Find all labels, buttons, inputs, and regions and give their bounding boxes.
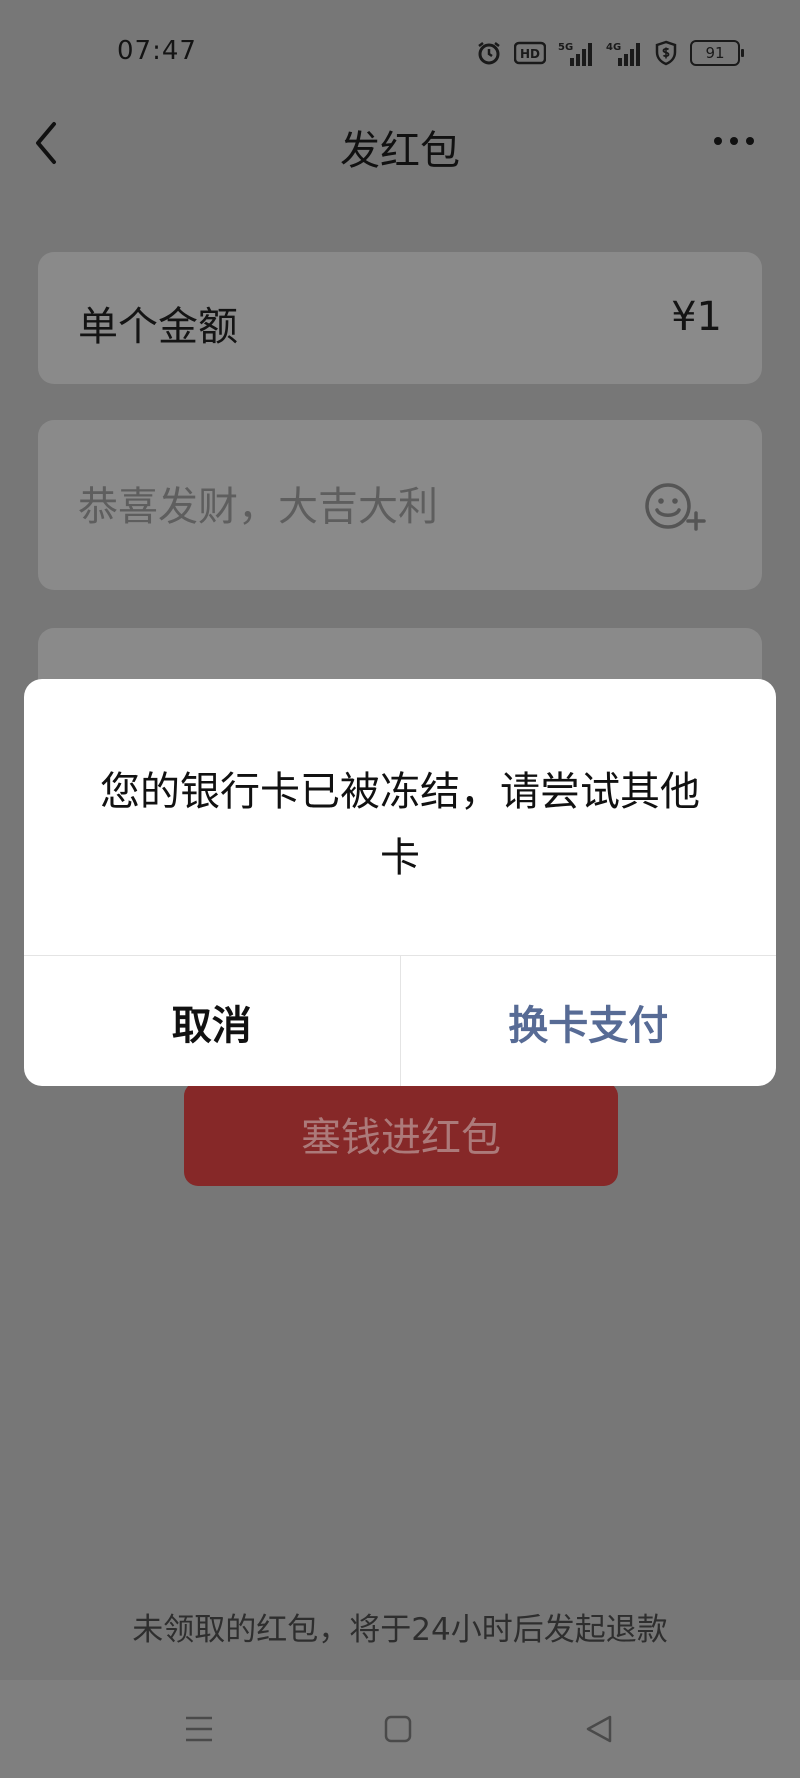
send-red-packet-button[interactable]: 塞钱进红包 xyxy=(184,1082,618,1186)
dialog-message: 您的银行卡已被冻结，请尝试其他卡 xyxy=(100,769,700,881)
status-time: 07:47 xyxy=(117,36,197,66)
back-triangle-icon xyxy=(586,1715,612,1743)
more-options-icon[interactable] xyxy=(712,134,756,148)
menu-icon xyxy=(186,1716,212,1742)
greeting-card xyxy=(38,420,762,590)
signal-4g-icon: 4G xyxy=(606,40,642,66)
greeting-input[interactable] xyxy=(76,478,640,536)
system-nav-bar xyxy=(0,1680,800,1778)
amount-value: ¥1 xyxy=(671,294,722,340)
status-icons: HD 5G 4G 91 xyxy=(476,38,744,68)
emoji-add-icon[interactable] xyxy=(642,480,706,534)
cancel-button[interactable]: 取消 xyxy=(24,956,401,1086)
signal-5g-icon: 5G xyxy=(558,40,594,66)
menu-nav-button[interactable] xyxy=(174,1704,224,1754)
amount-label: 单个金额 xyxy=(78,304,238,350)
net-5g-label: 5G xyxy=(558,42,573,53)
refund-note: 未领取的红包，将于24小时后发起退款 xyxy=(132,1612,668,1648)
hd-label: HD xyxy=(520,47,540,61)
home-nav-button[interactable] xyxy=(373,1704,423,1754)
home-icon xyxy=(384,1715,412,1743)
dialog-actions: 取消 换卡支付 xyxy=(24,955,776,1086)
alert-dialog: 您的银行卡已被冻结，请尝试其他卡 取消 换卡支付 xyxy=(24,679,776,1086)
security-shield-icon xyxy=(654,40,678,66)
net-4g-label: 4G xyxy=(606,42,621,53)
hd-icon: HD xyxy=(514,41,546,65)
status-bar: 07:47 HD 5G 4G 91 xyxy=(0,0,800,100)
page-title: 发红包 xyxy=(340,128,460,174)
back-nav-button[interactable] xyxy=(574,1704,624,1754)
battery-icon: 91 xyxy=(690,40,744,66)
amount-card[interactable]: 单个金额 ¥1 xyxy=(38,252,762,384)
change-card-button[interactable]: 换卡支付 xyxy=(401,956,777,1086)
alarm-icon xyxy=(476,40,502,66)
